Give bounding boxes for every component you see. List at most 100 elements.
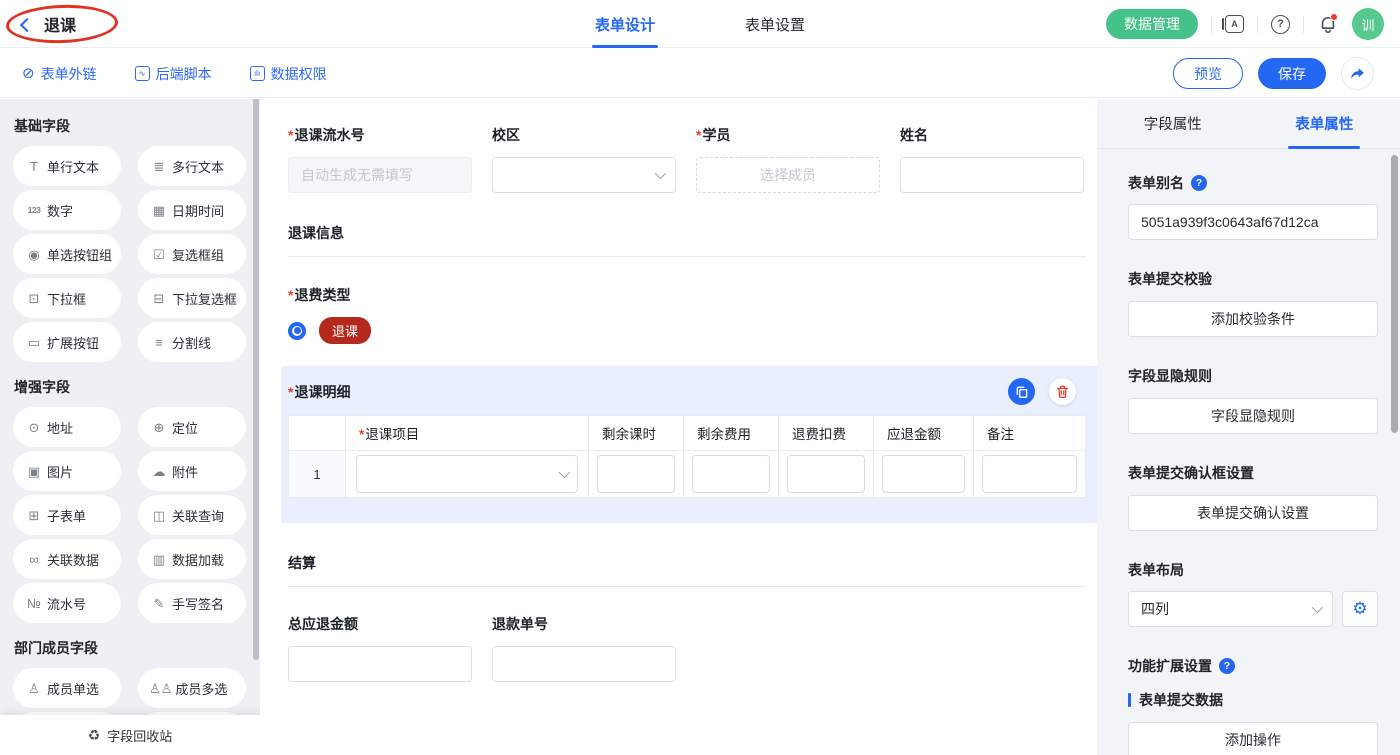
- form-alias-input[interactable]: 5051a939f3c0643af67d12ca: [1128, 204, 1378, 240]
- save-button[interactable]: 保存: [1258, 58, 1326, 89]
- share-button[interactable]: [1341, 57, 1374, 90]
- panel-scrollbar[interactable]: [1391, 155, 1398, 433]
- data-permission-button[interactable]: ılı 数据权限: [250, 64, 327, 84]
- submit-confirm-button[interactable]: 表单提交确认设置: [1128, 495, 1378, 531]
- field-name[interactable]: 姓名: [900, 125, 1084, 193]
- section-refund-info[interactable]: 退课信息: [288, 223, 1086, 257]
- required-mark: *: [288, 384, 293, 400]
- tab-form-settings[interactable]: 表单设置: [742, 0, 808, 48]
- sidebar-item-member-single[interactable]: ♙成员单选: [13, 668, 121, 708]
- sidebar-item-image[interactable]: ▣图片: [13, 451, 121, 491]
- refund-item-select[interactable]: [356, 455, 578, 493]
- add-validation-button[interactable]: 添加校验条件: [1128, 301, 1378, 337]
- help-icon[interactable]: ?: [1271, 15, 1290, 34]
- image-icon: ▣: [24, 465, 44, 478]
- row-number-header: [289, 416, 346, 451]
- group-extensions: 功能扩展设置 ? 表单提交数据 添加操作 表单编辑数据 添加操作: [1128, 656, 1378, 755]
- tab-form-properties[interactable]: 表单属性: [1249, 99, 1400, 148]
- remark-input[interactable]: [982, 455, 1077, 493]
- notification-bell-icon[interactable]: [1317, 13, 1339, 35]
- field-refund-order-no[interactable]: 退款单号: [492, 614, 676, 682]
- sidebar-item-signature[interactable]: ✎手写签名: [138, 583, 246, 623]
- tab-form-design[interactable]: 表单设计: [592, 0, 658, 48]
- gear-icon: ⚙: [1352, 599, 1367, 619]
- field-refund-type[interactable]: *退费类型 退课: [288, 285, 1086, 344]
- sidebar-item-attachment[interactable]: ☁附件: [138, 451, 246, 491]
- sidebar-item-serial-number[interactable]: №流水号: [13, 583, 121, 623]
- name-input[interactable]: [900, 157, 1084, 193]
- link-chain-icon: ∞: [24, 553, 44, 566]
- external-link-button[interactable]: ⊘ 表单外链: [22, 64, 97, 84]
- address-book-icon[interactable]: A: [1225, 15, 1244, 33]
- add-action-button-submit[interactable]: 添加操作: [1128, 722, 1378, 755]
- deduction-input[interactable]: [787, 455, 865, 493]
- map-pin-icon: ⊙: [24, 421, 44, 434]
- section-settlement[interactable]: 结算: [288, 553, 1086, 587]
- sidebar-item-multi-select[interactable]: ⊟下拉复选框: [138, 278, 246, 318]
- sidebar-item-extend-button[interactable]: ▭扩展按钮: [13, 322, 121, 362]
- sidebar-item-number[interactable]: 123数字: [13, 190, 121, 230]
- refund-order-no-input[interactable]: [492, 646, 676, 682]
- field-library-sidebar: 基础字段 T单行文本 ≣多行文本 123数字 ▦日期时间 ◉单选按钮组 ☑复选框…: [0, 99, 260, 755]
- subform-refund-detail-selected[interactable]: *退课明细: [281, 366, 1097, 523]
- student-picker[interactable]: 选择成员: [696, 157, 880, 193]
- sidebar-item-data-load[interactable]: ▥数据加载: [138, 539, 246, 579]
- row-number: 1: [289, 451, 346, 498]
- sidebar-item-single-line-text[interactable]: T单行文本: [13, 146, 121, 186]
- cloud-upload-icon: ☁: [149, 465, 169, 478]
- column-header-refund-amount: 应退金额: [874, 416, 974, 451]
- sidebar-item-address[interactable]: ⊙地址: [13, 407, 121, 447]
- layout-select[interactable]: 四列: [1128, 591, 1333, 627]
- table-row: 1: [289, 451, 1086, 498]
- remaining-hours-input[interactable]: [597, 455, 675, 493]
- sidebar-item-datetime[interactable]: ▦日期时间: [138, 190, 246, 230]
- total-refund-input[interactable]: [288, 646, 472, 682]
- sidebar-scrollbar[interactable]: [253, 99, 259, 660]
- help-badge-icon[interactable]: ?: [1191, 175, 1207, 191]
- group-submit-validation: 表单提交校验 添加校验条件: [1128, 269, 1378, 337]
- field-recycle-bin[interactable]: ♻ 字段回收站: [0, 715, 260, 755]
- dropdown-icon: ⊡: [24, 292, 44, 305]
- refund-type-option-badge[interactable]: 退课: [319, 317, 371, 344]
- radio-selected-icon[interactable]: [288, 322, 306, 340]
- data-manage-button[interactable]: 数据管理: [1106, 9, 1198, 39]
- sidebar-item-multi-line-text[interactable]: ≣多行文本: [138, 146, 246, 186]
- chevron-down-icon: [1312, 602, 1323, 613]
- field-campus[interactable]: 校区: [492, 125, 676, 193]
- field-total-refund[interactable]: 总应退金额: [288, 614, 472, 682]
- sidebar-item-member-multi[interactable]: ♙♙成员多选: [138, 668, 246, 708]
- panel-tabs: 字段属性 表单属性: [1097, 99, 1400, 149]
- toolbar-links: ⊘ 表单外链 ∿ 后端脚本 ılı 数据权限: [22, 49, 327, 98]
- field-student[interactable]: *学员 选择成员: [696, 125, 880, 193]
- remaining-fee-input[interactable]: [692, 455, 770, 493]
- copy-button[interactable]: [1008, 378, 1035, 405]
- help-badge-icon[interactable]: ?: [1219, 658, 1235, 674]
- backend-script-button[interactable]: ∿ 后端脚本: [135, 64, 212, 84]
- field-refund-serial[interactable]: *退课流水号 自动生成无需填写: [288, 125, 472, 193]
- sidebar-item-select[interactable]: ⊡下拉框: [13, 278, 121, 318]
- tab-field-properties[interactable]: 字段属性: [1097, 99, 1249, 148]
- sidebar-item-radio-group[interactable]: ◉单选按钮组: [13, 234, 121, 274]
- sidebar-item-location[interactable]: ⊕定位: [138, 407, 246, 447]
- delete-button[interactable]: [1049, 378, 1076, 405]
- section-title-basic-fields: 基础字段: [14, 116, 246, 136]
- user-avatar[interactable]: 训: [1352, 8, 1384, 40]
- properties-panel: 字段属性 表单属性 表单别名 ? 5051a939f3c0643af67d12c…: [1097, 99, 1400, 755]
- chevron-down-icon: [655, 168, 666, 179]
- serial-number-icon: №: [24, 597, 44, 610]
- refund-amount-input[interactable]: [882, 455, 965, 493]
- campus-select[interactable]: [492, 157, 676, 193]
- required-mark: *: [696, 127, 701, 143]
- form-canvas: *退课流水号 自动生成无需填写 校区 *学员 选择成员 姓名 退课信息 *退费类…: [260, 99, 1097, 755]
- recycle-icon: ♻: [88, 727, 101, 744]
- layout-settings-button[interactable]: ⚙: [1342, 591, 1378, 627]
- form-row-1: *退课流水号 自动生成无需填写 校区 *学员 选择成员 姓名: [288, 125, 1086, 193]
- sidebar-item-relation-query[interactable]: ◫关联查询: [138, 495, 246, 535]
- sidebar-item-divider-line[interactable]: ≡分割线: [138, 322, 246, 362]
- preview-button[interactable]: 预览: [1173, 58, 1243, 89]
- sidebar-item-relation-data[interactable]: ∞关联数据: [13, 539, 121, 579]
- field-visibility-button[interactable]: 字段显隐规则: [1128, 398, 1378, 434]
- sidebar-item-checkbox-group[interactable]: ☑复选框组: [138, 234, 246, 274]
- people-icon: ♙♙: [149, 682, 172, 695]
- sidebar-item-subform[interactable]: ⊞子表单: [13, 495, 121, 535]
